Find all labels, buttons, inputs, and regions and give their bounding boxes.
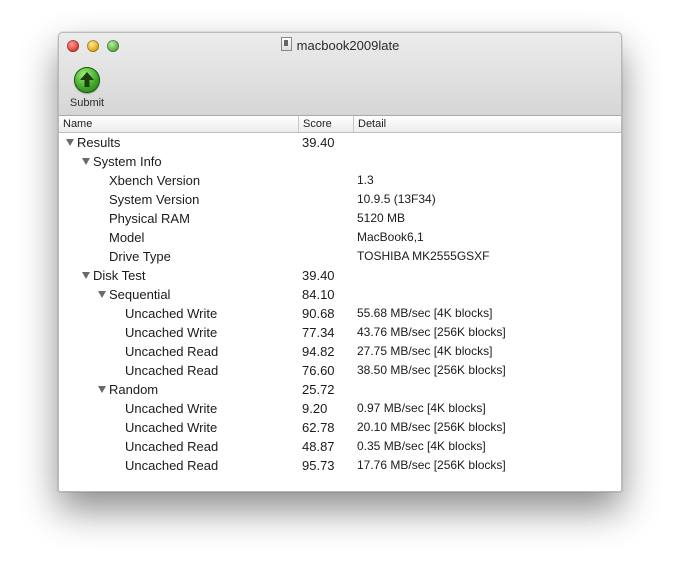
table-row[interactable]: Uncached Read 95.73 17.76 MB/sec [256K b…: [59, 456, 621, 475]
table-header: Name Score Detail: [59, 116, 621, 133]
table-row[interactable]: Random 25.72: [59, 380, 621, 399]
results-outline: Results 39.40 System Info Xbench Version…: [59, 133, 621, 475]
row-name: Drive Type: [109, 249, 171, 264]
row-name: Uncached Write: [125, 325, 218, 340]
row-name: Sequential: [109, 287, 171, 302]
row-score: 77.34: [302, 325, 335, 340]
row-score: 90.68: [302, 306, 335, 321]
xbench-window: macbook2009late Submit Name Score Detail…: [58, 32, 622, 492]
row-score: 9.20: [302, 401, 328, 416]
row-name: Uncached Read: [125, 344, 219, 359]
row-score: 48.87: [302, 439, 335, 454]
column-header-score[interactable]: Score: [298, 116, 353, 132]
row-name: System Version: [109, 192, 200, 207]
row-name: Model: [109, 230, 145, 245]
table-row[interactable]: System Version 10.9.5 (13F34): [59, 190, 621, 209]
table-row[interactable]: Uncached Write 90.68 55.68 MB/sec [4K bl…: [59, 304, 621, 323]
row-name: Uncached Read: [125, 458, 219, 473]
column-header-detail[interactable]: Detail: [353, 116, 621, 132]
row-name: Xbench Version: [109, 173, 201, 188]
row-score: 39.40: [302, 268, 335, 283]
row-score: 84.10: [302, 287, 335, 302]
row-detail: 27.75 MB/sec [4K blocks]: [357, 344, 493, 358]
table-row[interactable]: Uncached Read 76.60 38.50 MB/sec [256K b…: [59, 361, 621, 380]
row-name: Uncached Write: [125, 420, 218, 435]
row-name: Random: [109, 382, 159, 397]
row-detail: 43.76 MB/sec [256K blocks]: [357, 325, 506, 339]
table-row[interactable]: Uncached Read 94.82 27.75 MB/sec [4K blo…: [59, 342, 621, 361]
document-icon: [280, 37, 292, 51]
row-score: 76.60: [302, 363, 335, 378]
row-score: 25.72: [302, 382, 335, 397]
row-score: 94.82: [302, 344, 335, 359]
row-score: 95.73: [302, 458, 335, 473]
row-detail: 10.9.5 (13F34): [357, 192, 436, 206]
row-score: 62.78: [302, 420, 335, 435]
row-name: Uncached Write: [125, 401, 218, 416]
row-detail: 55.68 MB/sec [4K blocks]: [357, 306, 493, 320]
table-row[interactable]: Uncached Write 9.20 0.97 MB/sec [4K bloc…: [59, 399, 621, 418]
title-bar: macbook2009late Submit: [59, 33, 621, 116]
table-row[interactable]: Xbench Version 1.3: [59, 171, 621, 190]
table-row[interactable]: Drive Type TOSHIBA MK2555GSXF: [59, 247, 621, 266]
submit-label: Submit: [69, 97, 105, 109]
disclosure-triangle-icon[interactable]: [82, 272, 90, 279]
row-name: Physical RAM: [109, 211, 190, 226]
table-row[interactable]: Sequential 84.10: [59, 285, 621, 304]
disclosure-triangle-icon[interactable]: [66, 139, 74, 146]
row-name: Disk Test: [93, 268, 146, 283]
row-name: Uncached Read: [125, 363, 219, 378]
table-row[interactable]: Disk Test 39.40: [59, 266, 621, 285]
table-row[interactable]: Physical RAM 5120 MB: [59, 209, 621, 228]
table-row[interactable]: Uncached Write 62.78 20.10 MB/sec [256K …: [59, 418, 621, 437]
row-detail: 38.50 MB/sec [256K blocks]: [357, 363, 506, 377]
row-name: Uncached Write: [125, 306, 218, 321]
window-title: macbook2009late: [59, 37, 621, 55]
row-name: System Info: [93, 154, 162, 169]
row-detail: 20.10 MB/sec [256K blocks]: [357, 420, 506, 434]
row-detail: 17.76 MB/sec [256K blocks]: [357, 458, 506, 472]
table-row[interactable]: System Info: [59, 152, 621, 171]
row-score: 39.40: [302, 135, 335, 150]
disclosure-triangle-icon[interactable]: [82, 158, 90, 165]
table-row[interactable]: Uncached Read 48.87 0.35 MB/sec [4K bloc…: [59, 437, 621, 456]
row-detail: 0.35 MB/sec [4K blocks]: [357, 439, 486, 453]
disclosure-triangle-icon[interactable]: [98, 291, 106, 298]
row-detail: 0.97 MB/sec [4K blocks]: [357, 401, 486, 415]
table-row[interactable]: Results 39.40: [59, 133, 621, 152]
table-row[interactable]: Uncached Write 77.34 43.76 MB/sec [256K …: [59, 323, 621, 342]
row-name: Results: [77, 135, 121, 150]
table-row[interactable]: Model MacBook6,1: [59, 228, 621, 247]
row-detail: 1.3: [357, 173, 374, 187]
row-detail: MacBook6,1: [357, 230, 424, 244]
row-detail: 5120 MB: [357, 211, 406, 225]
row-detail: TOSHIBA MK2555GSXF: [357, 249, 490, 263]
column-header-name[interactable]: Name: [59, 116, 298, 132]
upload-arrow-icon: [74, 67, 100, 93]
row-name: Uncached Read: [125, 439, 219, 454]
submit-button[interactable]: Submit: [65, 67, 109, 109]
disclosure-triangle-icon[interactable]: [98, 386, 106, 393]
window-title-text: macbook2009late: [296, 38, 400, 53]
